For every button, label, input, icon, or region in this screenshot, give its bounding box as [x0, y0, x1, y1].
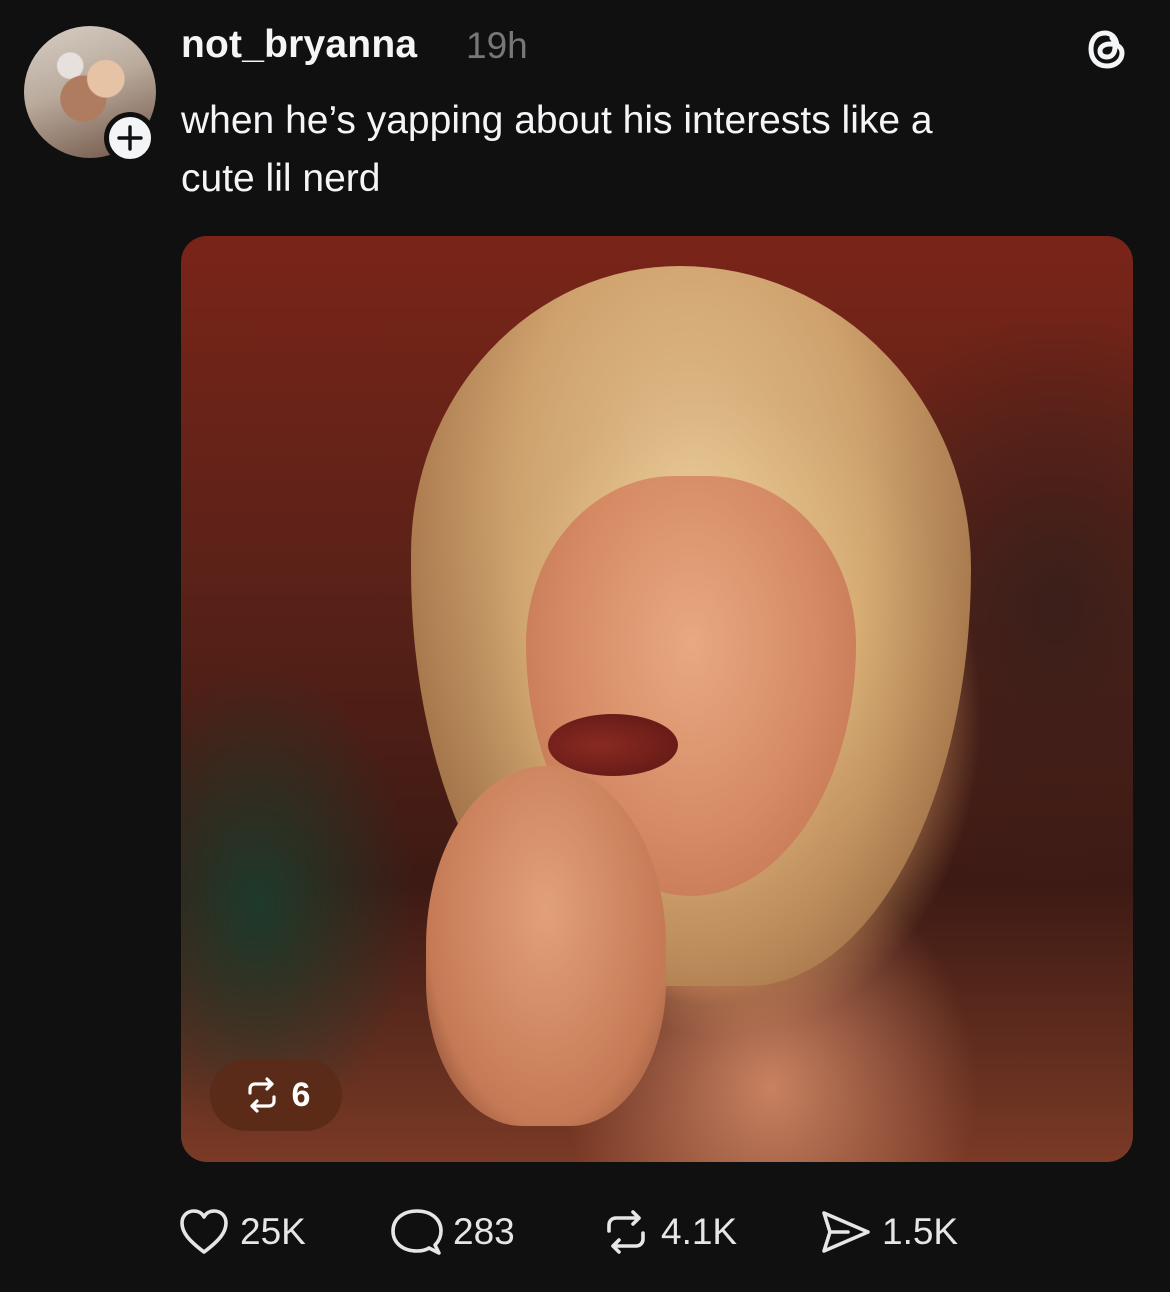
image-lips-shape: [548, 714, 678, 776]
media-repost-count: 6: [291, 1075, 311, 1114]
repost-icon: [607, 1210, 645, 1254]
like-button[interactable]: 25K: [178, 1208, 306, 1256]
heart-icon: [180, 1209, 228, 1254]
caption-line: cute lil nerd: [181, 157, 381, 200]
share-count: 1.5K: [882, 1211, 959, 1252]
share-button[interactable]: 1.5K: [818, 1209, 958, 1255]
repost-button[interactable]: 4.1K: [601, 1209, 737, 1255]
like-count: 25K: [240, 1211, 306, 1252]
media-repost-badge[interactable]: 6: [210, 1059, 342, 1131]
caption-line: when he’s yapping about his interests li…: [181, 99, 933, 142]
reply-count: 283: [453, 1211, 515, 1252]
send-icon: [822, 1211, 870, 1253]
post-caption: when he’s yapping about his interests li…: [181, 92, 1131, 208]
comment-icon: [391, 1209, 443, 1255]
username[interactable]: not_bryanna: [181, 23, 417, 67]
follow-button[interactable]: [104, 112, 156, 164]
reply-button[interactable]: 283: [391, 1207, 515, 1257]
timestamp: 19h: [466, 25, 528, 66]
threads-icon[interactable]: [1080, 22, 1134, 76]
post-image[interactable]: 6: [181, 236, 1133, 1162]
plus-icon: [117, 125, 143, 151]
repost-count: 4.1K: [661, 1211, 738, 1252]
repost-icon: [247, 1077, 276, 1113]
image-hands-shape: [426, 766, 666, 1126]
